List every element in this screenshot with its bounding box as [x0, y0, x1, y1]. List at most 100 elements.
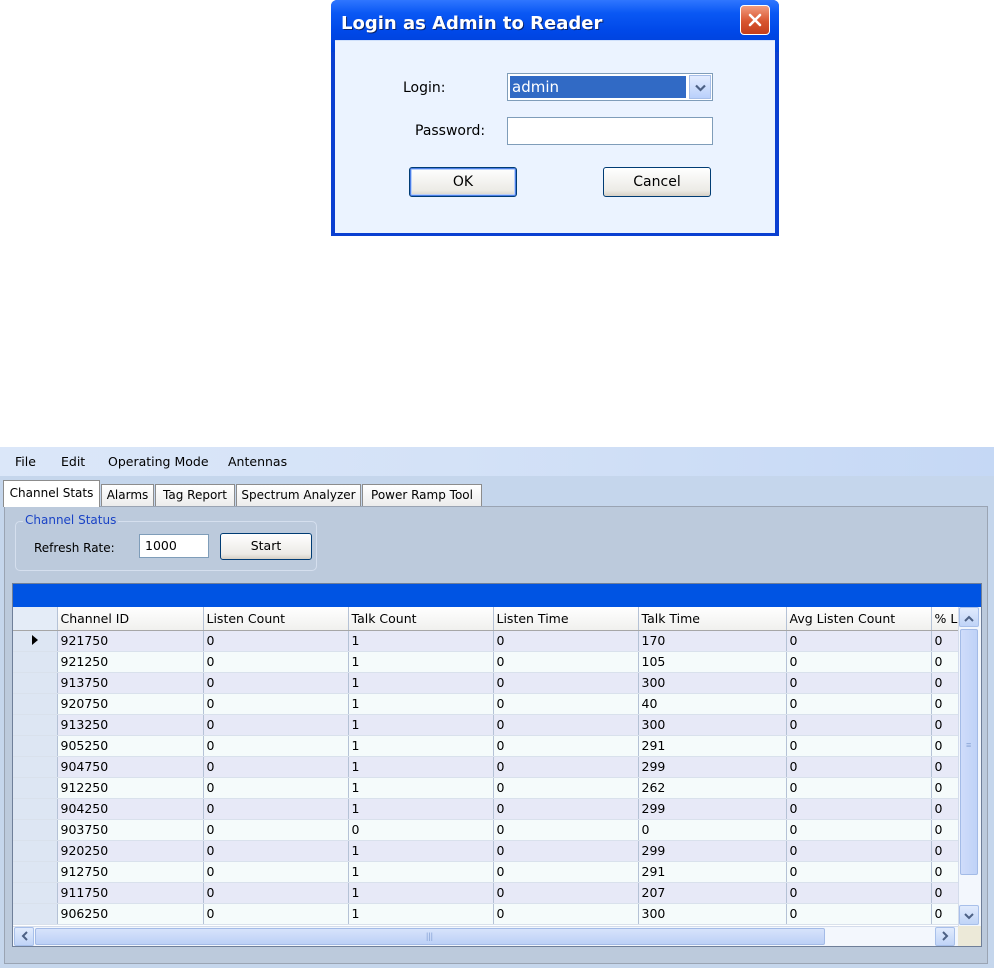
table-cell[interactable]: 0	[786, 861, 932, 883]
table-cell[interactable]: 40	[638, 693, 787, 715]
row-header[interactable]	[13, 882, 58, 904]
cancel-button[interactable]: Cancel	[603, 167, 711, 197]
column-header[interactable]: Talk Time	[638, 607, 787, 631]
table-cell[interactable]: 1	[348, 651, 494, 673]
table-row[interactable]: 921250 0 1 0 105 0 0	[13, 651, 972, 673]
table-cell[interactable]: 920750	[57, 693, 204, 715]
row-header[interactable]	[13, 861, 58, 883]
table-cell[interactable]: 904750	[57, 756, 204, 778]
table-cell[interactable]: 105	[638, 651, 787, 673]
column-header[interactable]: Avg Listen Count	[786, 607, 932, 631]
column-header[interactable]: Channel ID	[57, 607, 204, 631]
row-header[interactable]	[13, 903, 58, 925]
table-cell[interactable]: 0	[786, 714, 932, 736]
table-cell[interactable]: 1	[348, 777, 494, 799]
table-cell[interactable]: 0	[786, 840, 932, 862]
table-cell[interactable]: 0	[203, 840, 349, 862]
table-cell[interactable]: 0	[203, 693, 349, 715]
table-cell[interactable]: 912750	[57, 861, 204, 883]
table-cell[interactable]: 1	[348, 693, 494, 715]
table-row[interactable]: 913250 0 1 0 300 0 0	[13, 714, 972, 736]
table-row[interactable]: 921750 0 1 0 170 0 0	[13, 630, 972, 652]
table-cell[interactable]: 262	[638, 777, 787, 799]
table-cell[interactable]: 0	[493, 777, 639, 799]
row-header[interactable]	[13, 651, 58, 673]
table-row[interactable]: 903750 0 0 0 0 0 0	[13, 819, 972, 841]
tab-channel-stats[interactable]: Channel Stats	[3, 480, 100, 507]
table-cell[interactable]: 291	[638, 735, 787, 757]
table-cell[interactable]: 0	[493, 798, 639, 820]
table-row[interactable]: 904750 0 1 0 299 0 0	[13, 756, 972, 778]
scroll-right-button[interactable]	[935, 927, 955, 946]
tab-alarms[interactable]: Alarms	[101, 484, 154, 506]
table-cell[interactable]: 913750	[57, 672, 204, 694]
tab-power-ramp-tool[interactable]: Power Ramp Tool	[362, 484, 482, 506]
table-cell[interactable]: 0	[786, 819, 932, 841]
table-cell[interactable]: 0	[203, 630, 349, 652]
table-cell[interactable]: 0	[638, 819, 787, 841]
table-cell[interactable]: 905250	[57, 735, 204, 757]
table-cell[interactable]: 912250	[57, 777, 204, 799]
table-cell[interactable]: 904250	[57, 798, 204, 820]
table-cell[interactable]: 0	[786, 882, 932, 904]
table-cell[interactable]: 291	[638, 861, 787, 883]
table-cell[interactable]: 0	[203, 651, 349, 673]
table-cell[interactable]: 299	[638, 798, 787, 820]
table-row[interactable]: 913750 0 1 0 300 0 0	[13, 672, 972, 694]
table-cell[interactable]: 299	[638, 840, 787, 862]
table-cell[interactable]: 0	[493, 882, 639, 904]
table-cell[interactable]: 0	[493, 630, 639, 652]
horizontal-scrollbar[interactable]: |||	[13, 926, 958, 946]
table-cell[interactable]: 0	[786, 630, 932, 652]
table-cell[interactable]: 1	[348, 798, 494, 820]
table-cell[interactable]: 1	[348, 714, 494, 736]
table-cell[interactable]: 1	[348, 882, 494, 904]
row-header[interactable]	[13, 840, 58, 862]
table-cell[interactable]: 921250	[57, 651, 204, 673]
table-cell[interactable]: 0	[493, 735, 639, 757]
row-header[interactable]	[13, 693, 58, 715]
table-cell[interactable]: 913250	[57, 714, 204, 736]
table-cell[interactable]: 1	[348, 735, 494, 757]
table-cell[interactable]: 0	[786, 693, 932, 715]
table-cell[interactable]: 0	[786, 777, 932, 799]
table-cell[interactable]: 0	[493, 756, 639, 778]
column-header[interactable]: Listen Count	[203, 607, 349, 631]
password-field[interactable]	[507, 117, 713, 145]
horizontal-scroll-thumb[interactable]: |||	[35, 928, 825, 945]
table-cell[interactable]: 0	[493, 840, 639, 862]
row-header[interactable]	[13, 777, 58, 799]
table-cell[interactable]: 299	[638, 756, 787, 778]
refresh-rate-input[interactable]: 1000	[139, 534, 209, 558]
table-cell[interactable]: 0	[203, 798, 349, 820]
login-select[interactable]: admin	[507, 73, 713, 101]
table-cell[interactable]: 0	[203, 819, 349, 841]
start-button[interactable]: Start	[220, 533, 312, 560]
scroll-down-button[interactable]	[959, 905, 979, 925]
row-header[interactable]	[13, 630, 58, 652]
table-cell[interactable]: 1	[348, 840, 494, 862]
column-header[interactable]: Talk Count	[348, 607, 494, 631]
table-cell[interactable]: 0	[348, 819, 494, 841]
menu-edit[interactable]: Edit	[61, 454, 85, 469]
table-cell[interactable]: 0	[203, 882, 349, 904]
table-cell[interactable]: 0	[786, 756, 932, 778]
table-cell[interactable]: 921750	[57, 630, 204, 652]
ok-button[interactable]: OK	[409, 167, 517, 197]
table-row[interactable]: 912250 0 1 0 262 0 0	[13, 777, 972, 799]
table-row[interactable]: 904250 0 1 0 299 0 0	[13, 798, 972, 820]
tab-tag-report[interactable]: Tag Report	[155, 484, 235, 506]
table-cell[interactable]: 0	[203, 777, 349, 799]
table-cell[interactable]: 0	[493, 714, 639, 736]
table-cell[interactable]: 170	[638, 630, 787, 652]
row-header[interactable]	[13, 714, 58, 736]
table-row[interactable]: 905250 0 1 0 291 0 0	[13, 735, 972, 757]
login-dropdown-button[interactable]	[689, 75, 711, 99]
tab-spectrum-analyzer[interactable]: Spectrum Analyzer	[236, 484, 361, 506]
table-row[interactable]: 911750 0 1 0 207 0 0	[13, 882, 972, 904]
menu-antennas[interactable]: Antennas	[228, 454, 287, 469]
table-cell[interactable]: 0	[203, 714, 349, 736]
vertical-scroll-thumb[interactable]: ≡	[960, 629, 978, 875]
table-cell[interactable]: 0	[786, 672, 932, 694]
column-header[interactable]: Listen Time	[493, 607, 639, 631]
